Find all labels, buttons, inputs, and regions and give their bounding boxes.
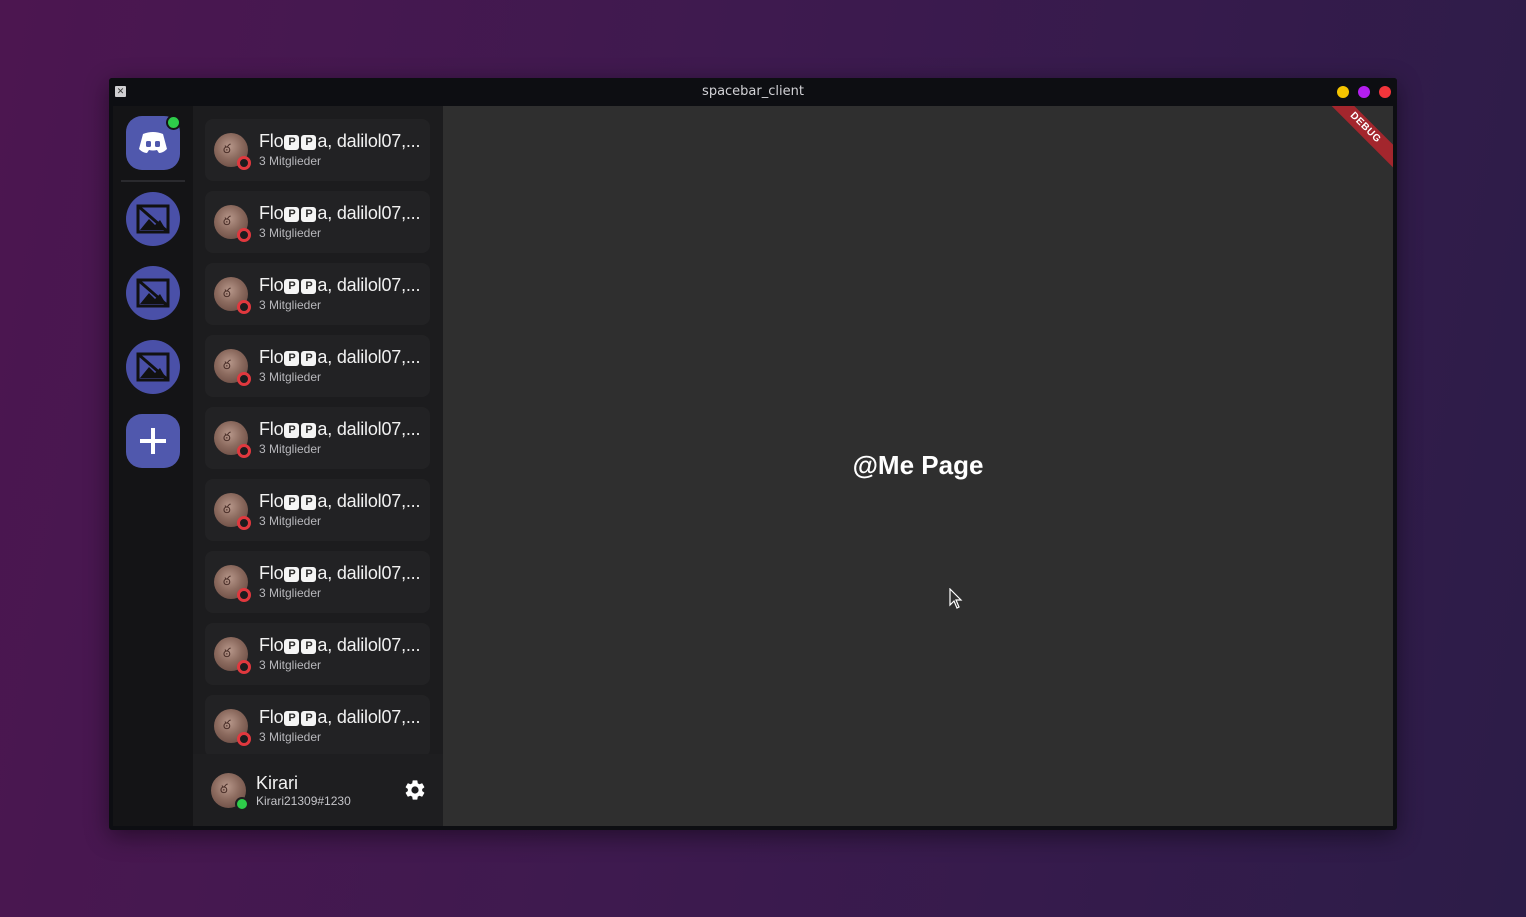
- user-avatar[interactable]: ఠ: [211, 773, 249, 811]
- dm-member-count: 3 Mitglieder: [259, 586, 322, 600]
- server-item[interactable]: [126, 340, 180, 394]
- main-content: @Me Page DEBUG: [443, 106, 1393, 826]
- dm-list-item[interactable]: ఠ Flo P Pa, dalilol07,... 3 Mitglieder: [205, 335, 430, 397]
- maximize-button[interactable]: [1358, 86, 1370, 98]
- gear-icon[interactable]: [403, 778, 427, 802]
- dm-list-item[interactable]: ఠ Flo P Pa, dalilol07,... 3 Mitglieder: [205, 407, 430, 469]
- dm-name: Flo P Pa, dalilol07,...: [259, 347, 421, 367]
- title-bar[interactable]: ✕ spacebar_client: [109, 78, 1397, 106]
- dm-member-count: 3 Mitglieder: [259, 226, 322, 240]
- server-item[interactable]: [126, 192, 180, 246]
- dm-name: Flo P Pa, dalilol07,...: [259, 203, 421, 223]
- avatar: ఠ: [214, 133, 251, 170]
- window-title: spacebar_client: [702, 84, 804, 99]
- dm-list-item[interactable]: ఠ Flo P Pa, dalilol07,... 3 Mitglieder: [205, 695, 430, 754]
- dm-name: Flo P Pa, dalilol07,...: [259, 635, 421, 655]
- avatar: ఠ: [214, 493, 251, 530]
- avatar: ఠ: [214, 637, 251, 674]
- dnd-status-indicator: [237, 516, 251, 530]
- dm-member-count: 3 Mitglieder: [259, 370, 322, 384]
- dm-member-count: 3 Mitglieder: [259, 442, 322, 456]
- online-status-indicator: [235, 797, 249, 811]
- p-emoji: P: [301, 351, 317, 366]
- p-emoji: P: [301, 639, 317, 654]
- server-rail: [113, 106, 193, 826]
- p-emoji: P: [284, 711, 300, 726]
- p-emoji: P: [284, 279, 300, 294]
- p-emoji: P: [284, 495, 300, 510]
- dm-name: Flo P Pa, dalilol07,...: [259, 275, 421, 295]
- p-emoji: P: [301, 495, 317, 510]
- p-emoji: P: [301, 135, 317, 150]
- p-emoji: P: [301, 207, 317, 222]
- server-item[interactable]: [126, 266, 180, 320]
- plus-icon: [140, 428, 166, 454]
- avatar: ఠ: [214, 421, 251, 458]
- user-tag: Kirari21309#1230: [256, 794, 351, 808]
- p-emoji: P: [284, 639, 300, 654]
- dm-name: Flo P Pa, dalilol07,...: [259, 707, 421, 727]
- dnd-status-indicator: [237, 300, 251, 314]
- dnd-status-indicator: [237, 156, 251, 170]
- app-window: ✕ spacebar_client ఠ Flo P P a, dalilol07…: [109, 78, 1397, 830]
- dm-member-count: 3 Mitglieder: [259, 658, 322, 672]
- avatar: ఠ: [214, 349, 251, 386]
- add-server-button[interactable]: [126, 414, 180, 468]
- dm-list-item[interactable]: ఠ Flo P Pa, dalilol07,... 3 Mitglieder: [205, 479, 430, 541]
- dnd-status-indicator: [237, 588, 251, 602]
- dnd-status-indicator: [237, 228, 251, 242]
- avatar: ఠ: [214, 205, 251, 242]
- online-indicator: [166, 115, 181, 130]
- p-emoji: P: [301, 423, 317, 438]
- dm-list-item[interactable]: ఠ Flo P Pa, dalilol07,... 3 Mitglieder: [205, 551, 430, 613]
- discord-controller-icon: [139, 132, 167, 153]
- dm-member-count: 3 Mitglieder: [259, 730, 322, 744]
- avatar: ఠ: [214, 709, 251, 746]
- dm-list-item[interactable]: ఠ Flo P Pa, dalilol07,... 3 Mitglieder: [205, 119, 430, 181]
- image-placeholder-icon: [136, 352, 170, 382]
- p-emoji: P: [301, 279, 317, 294]
- p-emoji: P: [284, 567, 300, 582]
- page-title: @Me Page: [852, 450, 984, 480]
- dnd-status-indicator: [237, 372, 251, 386]
- dm-name: Flo P Pa, dalilol07,...: [259, 563, 421, 583]
- image-placeholder-icon: [136, 278, 170, 308]
- dm-name: Flo P Pa, dalilol07,...: [259, 491, 421, 511]
- p-emoji: P: [284, 207, 300, 222]
- dnd-status-indicator: [237, 660, 251, 674]
- dnd-status-indicator: [237, 732, 251, 746]
- avatar: ఠ: [214, 565, 251, 602]
- p-emoji: P: [284, 351, 300, 366]
- dm-name: Flo P Pa, dalilol07,...: [259, 131, 421, 151]
- debug-banner: DEBUG: [1323, 106, 1393, 170]
- dnd-status-indicator: [237, 444, 251, 458]
- dm-list-item[interactable]: ఠ Flo P Pa, dalilol07,... 3 Mitglieder: [205, 623, 430, 685]
- avatar: ఠ: [214, 277, 251, 314]
- dm-list: ఠ Flo P Pa, dalilol07,... 3 Mitglieder ఠ F…: [193, 106, 443, 754]
- dm-name: Flo P Pa, dalilol07,...: [259, 419, 421, 439]
- rail-divider: [121, 180, 185, 182]
- dm-member-count: 3 Mitglieder: [259, 298, 322, 312]
- dm-member-count: 3 Mitglieder: [259, 154, 322, 168]
- p-emoji: P: [284, 423, 300, 438]
- p-emoji: P: [284, 135, 300, 150]
- dm-list-item[interactable]: ఠ Flo P Pa, dalilol07,... 3 Mitglieder: [205, 191, 430, 253]
- dm-list-item[interactable]: ఠ Flo P Pa, dalilol07,... 3 Mitglieder: [205, 263, 430, 325]
- minimize-button[interactable]: [1337, 86, 1349, 98]
- p-emoji: P: [301, 711, 317, 726]
- p-emoji: P: [301, 567, 317, 582]
- dm-member-count: 3 Mitglieder: [259, 514, 322, 528]
- user-panel: ఠ Kirari Kirari21309#1230: [193, 754, 443, 826]
- user-name: Kirari: [256, 773, 299, 793]
- mouse-pointer-icon: [949, 588, 963, 609]
- image-placeholder-icon: [136, 204, 170, 234]
- home-button[interactable]: [126, 115, 181, 170]
- close-button[interactable]: [1379, 86, 1391, 98]
